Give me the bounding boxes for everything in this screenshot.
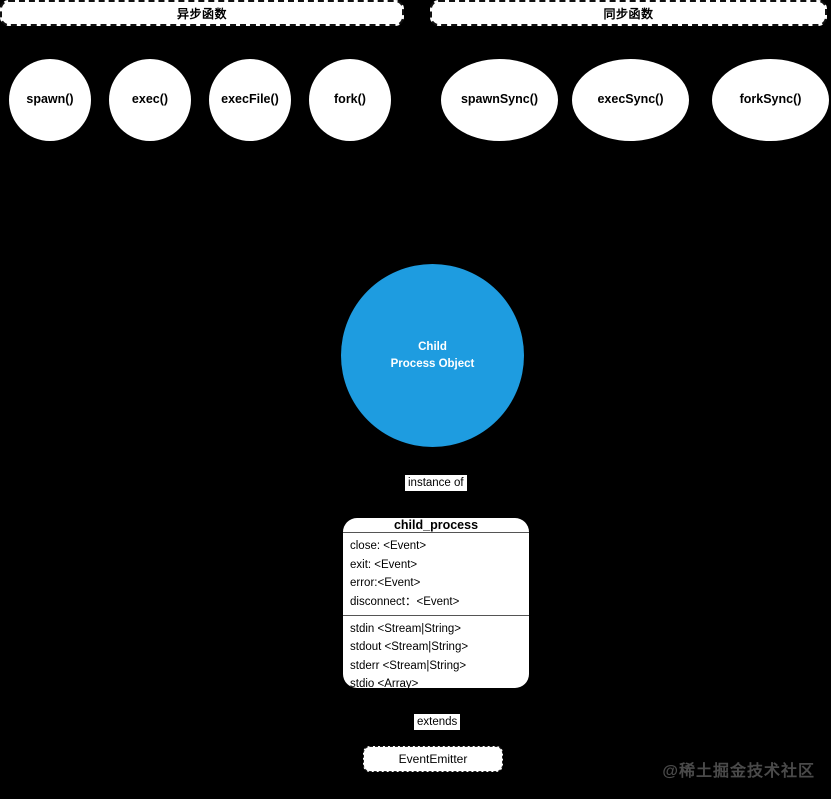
node-event-emitter[interactable]: EventEmitter [363,746,503,772]
node-event-emitter-label: EventEmitter [398,752,468,766]
diagram-canvas: 异步函数 同步函数 spawn() exec() execFile() fork… [0,0,831,799]
class-box-event-row: exit: <Event> [350,558,418,571]
node-child-process-object-text: Child Process Object [391,339,475,372]
node-child-process-object-line1: Child [418,340,447,353]
node-child-process-object[interactable]: Child Process Object [341,264,524,447]
node-fork[interactable]: fork() [309,59,391,141]
node-forksync-label: forkSync() [739,92,802,107]
group-header-async-label: 异步函数 [176,6,227,21]
node-spawn[interactable]: spawn() [9,59,91,141]
class-box-property-row: stdio <Array> [350,678,419,688]
node-exec[interactable]: exec() [109,59,191,141]
class-box-title: child_process [343,518,529,533]
class-box-event-row: close: <Event> [350,540,427,552]
group-header-sync-label: 同步函数 [603,6,654,21]
class-box-property-row: stderr <Stream|String> [350,659,467,672]
class-box-event-row: error:<Event> [350,577,421,590]
node-fork-label: fork() [334,92,366,107]
edge-label-instance-of: instance of [405,475,467,492]
node-execsync-label: execSync() [597,92,664,107]
node-child-process-object-line2: Process Object [390,357,475,370]
class-box-property-row: stdin <Stream|String> [350,622,462,635]
group-header-async: 异步函数 [0,0,404,26]
class-box-property-row: stdout <Stream|String> [350,641,469,654]
node-execfile-label: execFile() [221,92,279,107]
node-forksync[interactable]: forkSync() [712,59,829,141]
class-box-properties-section: stdin <Stream|String> stdout <Stream|Str… [343,616,529,689]
class-box-event-row: disconnect：<Event> [350,595,460,608]
node-spawnsync-label: spawnSync() [460,92,539,107]
edge-label-extends: extends [414,714,461,731]
group-header-sync: 同步函数 [430,0,827,26]
node-exec-label: exec() [131,92,169,107]
node-spawn-label: spawn() [26,92,74,107]
node-execfile[interactable]: execFile() [209,59,291,141]
node-execsync[interactable]: execSync() [572,59,689,141]
class-box-child-process[interactable]: child_process close: <Event> exit: <Even… [343,518,529,688]
watermark: @稀土掘金技术社区 [662,763,815,780]
class-box-events-section: close: <Event> exit: <Event> error:<Even… [343,533,529,616]
node-spawnsync[interactable]: spawnSync() [441,59,558,141]
